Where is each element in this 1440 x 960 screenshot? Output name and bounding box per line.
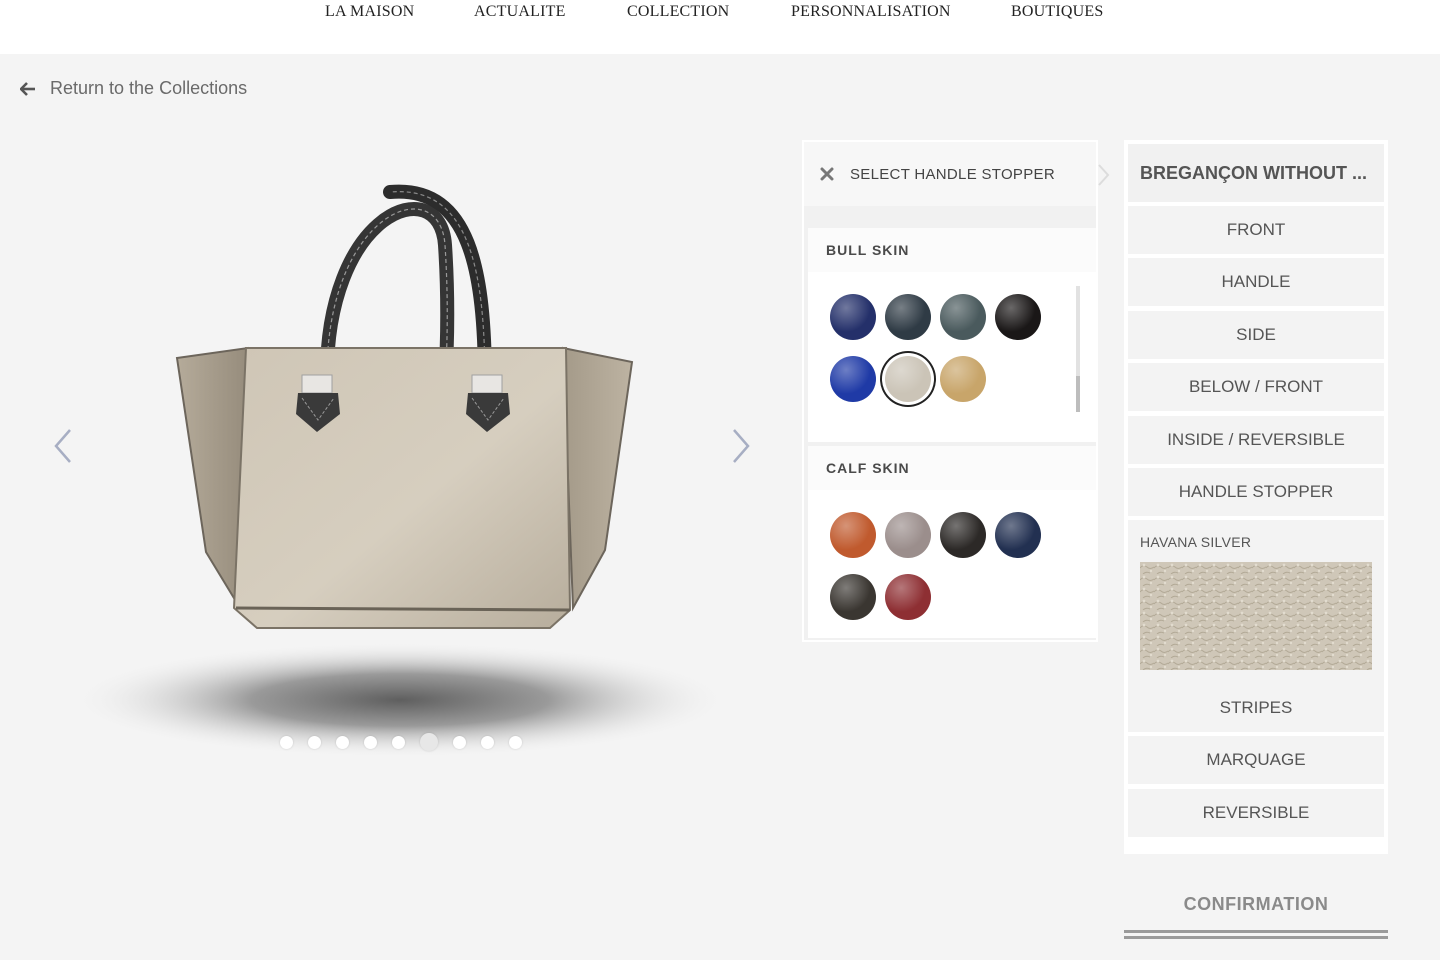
material-panel: SELECT HANDLE STOPPER BULL SKIN CALF SKI…	[802, 140, 1110, 642]
part-stripes[interactable]: STRIPES	[1128, 684, 1384, 732]
carousel-dot[interactable]	[336, 735, 349, 749]
leather-texture-swatch[interactable]	[1140, 562, 1372, 670]
color-swatch[interactable]	[885, 294, 931, 340]
nav-collection[interactable]: COLLECTION	[627, 3, 729, 21]
carousel-dot[interactable]	[509, 735, 522, 749]
color-swatch[interactable]	[885, 574, 931, 620]
material-panel-title: SELECT HANDLE STOPPER	[850, 165, 1055, 183]
carousel-dot[interactable]	[420, 733, 438, 751]
scrollbar-thumb[interactable]	[1076, 376, 1080, 412]
arrow-left-icon	[20, 81, 35, 96]
product-viewer	[40, 150, 800, 770]
divider	[1124, 930, 1388, 933]
chevron-left-icon[interactable]	[48, 426, 78, 466]
carousel-dot[interactable]	[364, 735, 377, 749]
chevron-right-icon[interactable]	[726, 426, 756, 466]
section-title-bull-skin: BULL SKIN	[808, 228, 1096, 272]
nav-actualite[interactable]: ACTUALITE	[474, 3, 566, 21]
return-to-collections-link[interactable]: Return to the Collections	[20, 78, 247, 99]
bull-skin-swatches	[808, 272, 1096, 442]
color-swatch[interactable]	[940, 294, 986, 340]
confirmation-label: CONFIRMATION	[1183, 894, 1329, 914]
carousel-dots	[280, 733, 522, 751]
bag-image	[70, 184, 730, 758]
nav-la-maison[interactable]: LA MAISON	[325, 3, 414, 21]
part-below-front[interactable]: BELOW / FRONT	[1128, 363, 1384, 411]
color-swatch[interactable]	[940, 356, 986, 402]
parts-panel: BREGANÇON WITHOUT ... FRONT HANDLE SIDE …	[1124, 140, 1388, 854]
divider	[1124, 936, 1388, 939]
section-title-calf-skin: CALF SKIN	[808, 446, 1096, 490]
part-handle-stopper[interactable]: HANDLE STOPPER	[1128, 468, 1384, 516]
color-swatch[interactable]	[940, 512, 986, 558]
carousel-dot[interactable]	[308, 735, 321, 749]
part-front[interactable]: FRONT	[1128, 206, 1384, 254]
carousel-dot[interactable]	[280, 735, 293, 749]
return-link-label: Return to the Collections	[50, 78, 248, 98]
calf-skin-swatches	[808, 490, 1096, 638]
material-panel-header: SELECT HANDLE STOPPER	[804, 142, 1110, 206]
selected-material-name: HAVANA SILVER	[1140, 534, 1252, 550]
swatch-scrollbar[interactable]	[1076, 286, 1080, 412]
color-swatch[interactable]	[830, 356, 876, 402]
part-marquage[interactable]: MARQUAGE	[1128, 736, 1384, 784]
carousel-dot[interactable]	[392, 735, 405, 749]
part-reversible[interactable]: REVERSIBLE	[1128, 789, 1384, 837]
color-swatch[interactable]	[995, 512, 1041, 558]
top-navigation: LA MAISON ACTUALITE COLLECTION PERSONNAL…	[0, 0, 1440, 54]
color-swatch[interactable]	[830, 512, 876, 558]
nav-personnalisation[interactable]: PERSONNALISATION	[791, 3, 951, 21]
chevron-right-icon	[1098, 164, 1110, 186]
color-swatch[interactable]	[885, 356, 931, 402]
carousel-dot[interactable]	[481, 735, 494, 749]
confirmation-button[interactable]: CONFIRMATION	[1124, 878, 1388, 940]
part-handle[interactable]: HANDLE	[1128, 258, 1384, 306]
product-name-heading: BREGANÇON WITHOUT ...	[1128, 144, 1384, 202]
color-swatch[interactable]	[830, 294, 876, 340]
selected-material-preview: HAVANA SILVER	[1128, 520, 1384, 686]
color-swatch[interactable]	[995, 294, 1041, 340]
close-icon[interactable]	[820, 167, 834, 181]
nav-boutiques[interactable]: BOUTIQUES	[1011, 3, 1103, 21]
part-inside-reversible[interactable]: INSIDE / REVERSIBLE	[1128, 416, 1384, 464]
color-swatch[interactable]	[885, 512, 931, 558]
color-swatch[interactable]	[830, 574, 876, 620]
part-side[interactable]: SIDE	[1128, 311, 1384, 359]
carousel-dot[interactable]	[453, 735, 466, 749]
